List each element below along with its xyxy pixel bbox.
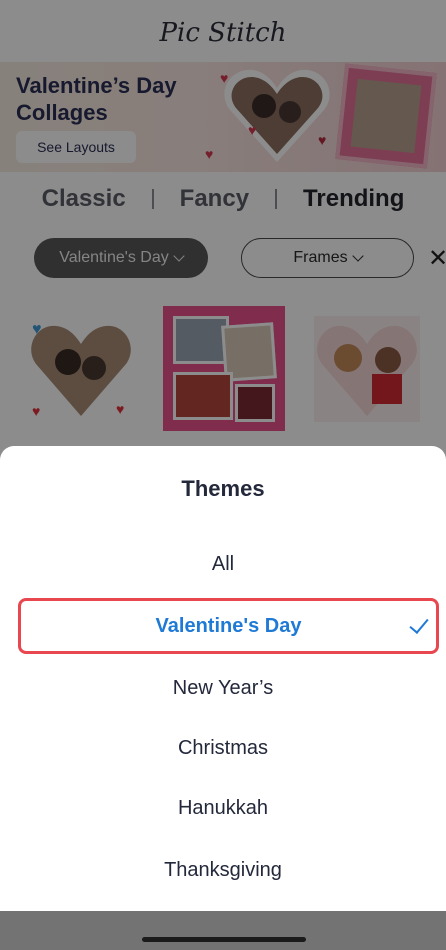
theme-option-christmas[interactable]: Christmas <box>0 722 446 774</box>
theme-option-label: Thanksgiving <box>164 858 282 881</box>
theme-option-valentines-day[interactable]: Valentine's Day <box>18 598 439 654</box>
home-bar-area <box>0 911 446 950</box>
theme-option-label: Valentine's Day <box>155 614 302 637</box>
theme-option-label: Christmas <box>177 736 268 759</box>
theme-option-thanksgiving[interactable]: Thanksgiving <box>0 844 446 896</box>
theme-option-hanukkah[interactable]: Hanukkah <box>0 782 446 834</box>
theme-option-label: All <box>211 552 235 575</box>
theme-option-all[interactable]: All <box>0 538 446 590</box>
sheet-title: Themes <box>181 476 265 501</box>
themes-sheet: Themes All Valentine's Day New Year’s Ch… <box>0 446 446 911</box>
checkmark-icon <box>409 613 429 634</box>
home-indicator[interactable] <box>142 937 306 942</box>
theme-option-label: New Year’s <box>172 676 274 699</box>
theme-option-new-years[interactable]: New Year’s <box>0 662 446 714</box>
theme-option-label: Hanukkah <box>177 796 269 819</box>
